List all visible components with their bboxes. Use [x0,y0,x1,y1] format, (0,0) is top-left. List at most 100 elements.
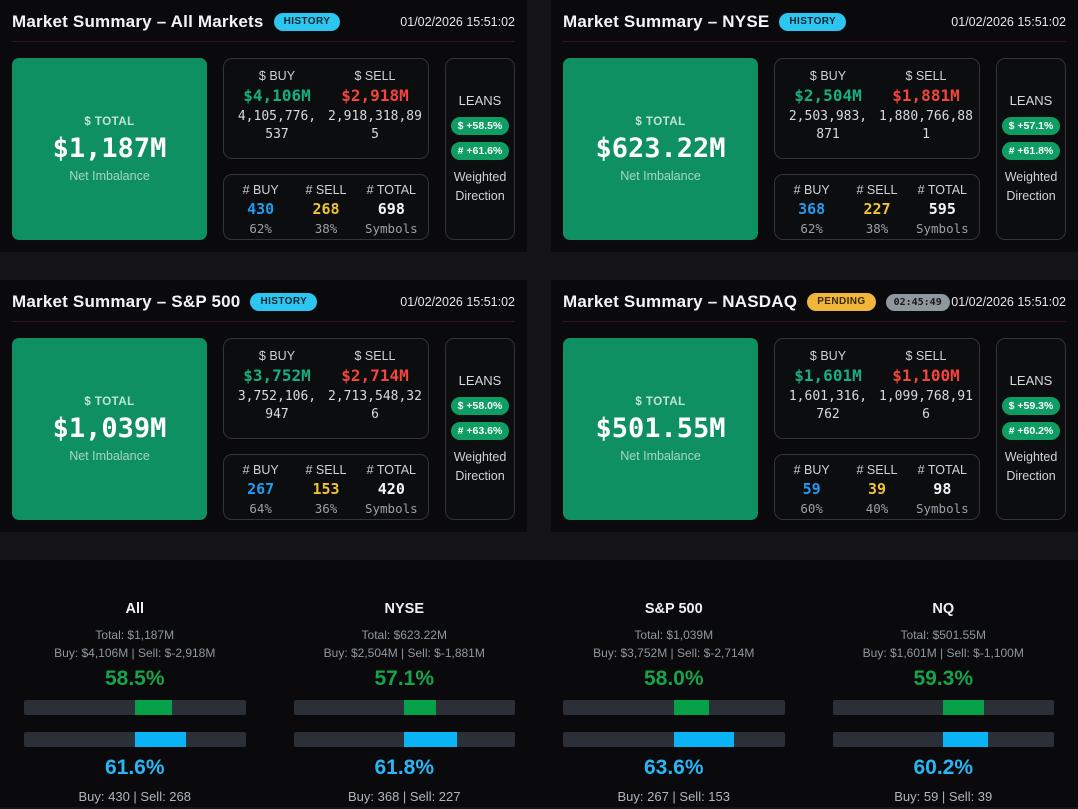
card-body: $ TOTAL $1,039M Net Imbalance $ BUY $3,7… [12,338,515,520]
dollar-sell-label: $ SELL [354,69,395,83]
count-lean-bar-fill [674,732,734,747]
dollar-buy-cell: $ BUY $1,601M 1,601,316, 762 [779,349,877,432]
card-header: Market Summary – All Markets HISTORY 01/… [12,0,515,42]
count-buy-value: 368 [798,200,825,218]
summary-buy-sell-dollars: Buy: $2,504M | Sell: $-1,881M [294,646,516,660]
count-lean-pill: # +60.2% [1002,422,1061,440]
count-sell-pct: 38% [866,221,889,236]
count-total-value: 595 [929,200,956,218]
weighted-direction-label: Weighted Direction [448,448,512,484]
count-buy-value: 267 [247,480,274,498]
card-nyse: Market Summary – NYSE HISTORY 01/02/2026… [551,0,1078,252]
count-total-value: 698 [378,200,405,218]
dollar-lean-bar-fill [943,700,984,715]
count-total-label: # TOTAL [918,183,967,197]
middle-column: $ BUY $4,106M 4,105,776, 537 $ SELL $2,9… [223,58,429,240]
dollar-lean-bar [24,700,246,715]
card-header-left: Market Summary – NYSE HISTORY [563,12,846,32]
dollar-lean-pill: $ +58.0% [451,397,510,415]
summary-buy-sell-counts: Buy: 430 | Sell: 268 [24,789,246,804]
summary-market-name: NQ [833,601,1055,617]
summary-buy-sell-dollars: Buy: $3,752M | Sell: $-2,714M [563,646,785,660]
count-sell-pct: 38% [315,221,338,236]
dollar-lean-percent: 57.1% [294,667,516,691]
summary-total: Total: $1,039M [563,628,785,642]
summary-column-all: All Total: $1,187M Buy: $4,106M | Sell: … [0,601,270,807]
dollar-sell-raw: 2,713,548,32 6 [328,388,422,424]
weighted-direction-label: Weighted Direction [999,448,1063,484]
dollar-lean-bar [294,700,516,715]
dollar-buy-raw: 3,752,106, 947 [238,388,316,424]
count-lean-percent: 60.2% [833,756,1055,780]
net-imbalance-label: Net Imbalance [69,449,150,463]
count-buy-value: 59 [803,480,821,498]
dollar-flow-panel: $ BUY $4,106M 4,105,776, 537 $ SELL $2,9… [223,58,429,159]
count-total-sub: Symbols [365,221,418,236]
card-nasdaq: Market Summary – NASDAQ PENDING 02:45:49… [551,280,1078,532]
symbol-count-panel: # BUY 368 62% # SELL 227 38% # TOTAL 595… [774,174,980,240]
card-title: Market Summary – All Markets [12,12,264,32]
total-value: $1,039M [53,413,167,444]
count-buy-value: 430 [247,200,274,218]
net-imbalance-box: $ TOTAL $1,039M Net Imbalance [12,338,207,520]
dollar-sell-label: $ SELL [905,349,946,363]
card-header: Market Summary – NASDAQ PENDING 02:45:49… [563,280,1066,322]
dollar-buy-raw: 1,601,316, 762 [789,388,867,424]
card-body: $ TOTAL $501.55M Net Imbalance $ BUY $1,… [563,338,1066,520]
count-buy-label: # BUY [794,463,830,477]
total-value: $501.55M [595,413,725,444]
card-body: $ TOTAL $1,187M Net Imbalance $ BUY $4,1… [12,58,515,240]
card-header-left: Market Summary – S&P 500 HISTORY [12,292,317,312]
card-title: Market Summary – NYSE [563,12,769,32]
summary-total: Total: $623.22M [294,628,516,642]
count-lean-bar-fill [135,732,186,747]
count-sell-cell: # SELL 227 38% [844,183,909,236]
middle-column: $ BUY $2,504M 2,503,983, 871 $ SELL $1,8… [774,58,980,240]
status-badge-history: HISTORY [250,293,317,311]
count-buy-pct: 60% [800,501,823,516]
leans-panel: LEANS $ +59.3% # +60.2% Weighted Directi… [996,338,1066,520]
summary-buy-sell-dollars: Buy: $1,601M | Sell: $-1,100M [833,646,1055,660]
count-lean-pill: # +61.6% [451,142,510,160]
symbol-count-panel: # BUY 430 62% # SELL 268 38% # TOTAL 698… [223,174,429,240]
leans-label: LEANS [459,373,502,388]
status-badge-pending: PENDING [807,293,875,311]
count-buy-label: # BUY [794,183,830,197]
timestamp: 01/02/2026 15:51:02 [951,15,1066,29]
count-sell-cell: # SELL 268 38% [293,183,358,236]
card-header: Market Summary – NYSE HISTORY 01/02/2026… [563,0,1066,42]
summary-market-name: All [24,601,246,617]
dollar-lean-pill: $ +59.3% [1002,397,1061,415]
count-total-cell: # TOTAL 698 Symbols [359,183,424,236]
countdown-badge: 02:45:49 [886,294,950,311]
card-title: Market Summary – NASDAQ [563,292,797,312]
summary-buy-sell-counts: Buy: 59 | Sell: 39 [833,789,1055,804]
count-buy-pct: 62% [249,221,272,236]
dollar-sell-raw: 1,880,766,88 1 [879,108,973,144]
count-total-cell: # TOTAL 420 Symbols [359,463,424,516]
summary-buy-sell-counts: Buy: 368 | Sell: 227 [294,789,516,804]
weighted-direction-label: Weighted Direction [448,168,512,204]
count-total-value: 98 [933,480,951,498]
timestamp: 01/02/2026 15:51:02 [951,295,1066,309]
dollar-lean-percent: 58.0% [563,667,785,691]
dollar-buy-cell: $ BUY $4,106M 4,105,776, 537 [228,69,326,152]
dollar-lean-bar-fill [674,700,709,715]
dollar-lean-percent: 59.3% [833,667,1055,691]
dollar-lean-bar-fill [135,700,173,715]
dollar-buy-cell: $ BUY $3,752M 3,752,106, 947 [228,349,326,432]
count-buy-cell: # BUY 267 64% [228,463,293,516]
leans-panel: LEANS $ +58.5% # +61.6% Weighted Directi… [445,58,515,240]
net-imbalance-label: Net Imbalance [620,169,701,183]
count-sell-value: 153 [312,480,339,498]
summary-total: Total: $1,187M [24,628,246,642]
net-imbalance-label: Net Imbalance [620,449,701,463]
dollar-buy-raw: 4,105,776, 537 [238,108,316,144]
card-sp500: Market Summary – S&P 500 HISTORY 01/02/2… [0,280,527,532]
count-total-cell: # TOTAL 98 Symbols [910,463,975,516]
dollar-sell-value: $1,100M [892,366,959,385]
count-sell-label: # SELL [856,183,897,197]
count-buy-pct: 62% [800,221,823,236]
dollar-buy-value: $4,106M [243,86,310,105]
net-imbalance-box: $ TOTAL $623.22M Net Imbalance [563,58,758,240]
